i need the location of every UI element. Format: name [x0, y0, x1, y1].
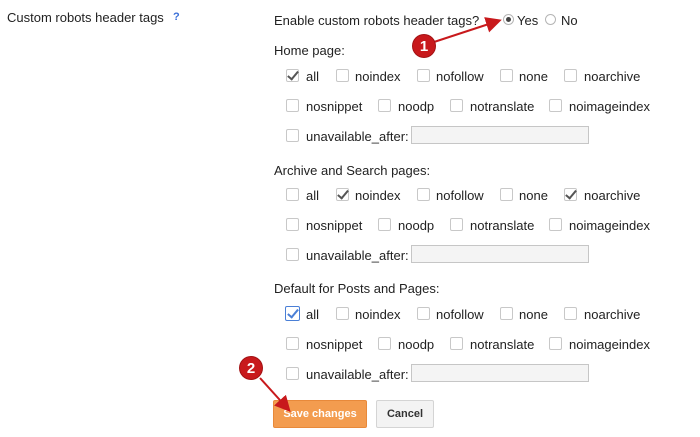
annotation-overlay — [259, 17, 502, 412]
annotation-arrow-2 — [259, 377, 291, 412]
step-badge-2: 2 — [240, 357, 262, 379]
annotation-arrow-1 — [433, 17, 502, 43]
step-badge-1: 1 — [413, 35, 435, 57]
